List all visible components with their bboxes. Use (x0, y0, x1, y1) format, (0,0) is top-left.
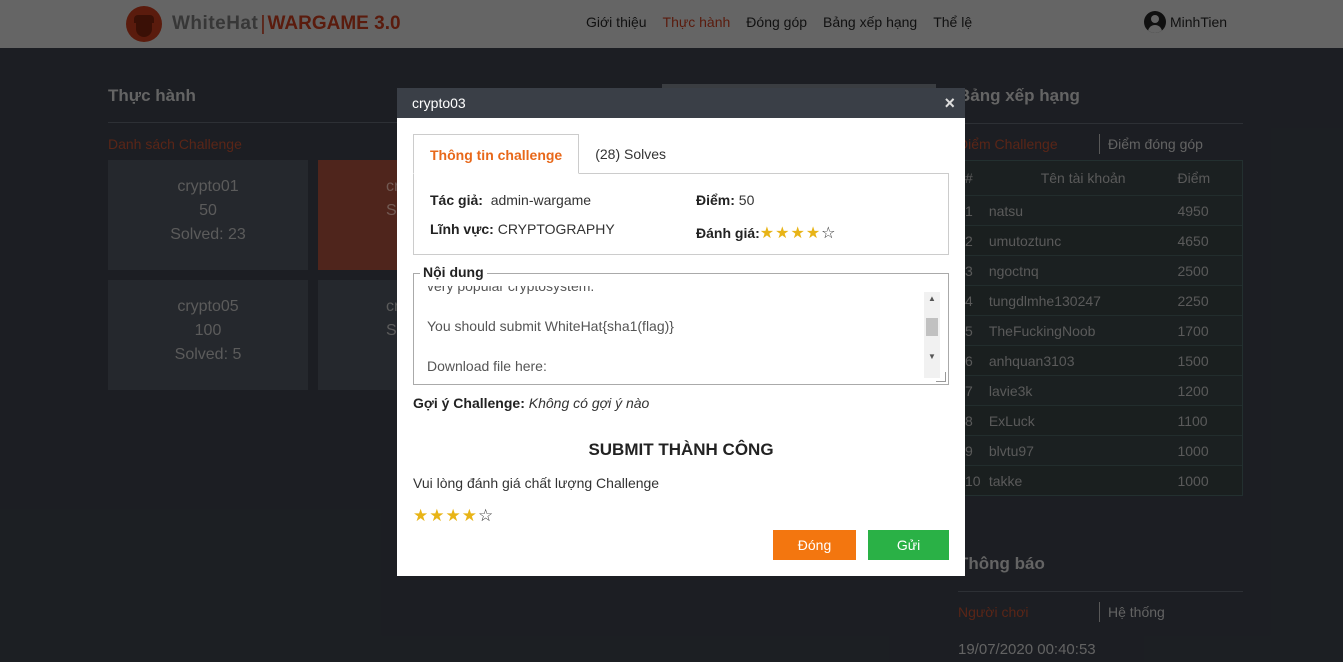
content-legend: Nội dung (420, 264, 487, 280)
rate-prompt: Vui lòng đánh giá chất lượng Challenge (413, 475, 660, 491)
send-button[interactable]: Gửi (868, 530, 949, 560)
close-icon[interactable]: × (944, 88, 955, 118)
content-line: You should submit WhiteHat{sha1(flag)} (427, 318, 674, 334)
empty-star[interactable]: ☆ (478, 506, 494, 525)
content-line (427, 296, 923, 316)
scroll-up-icon[interactable]: ▲ (924, 292, 940, 306)
author-label: Tác giả: (430, 192, 483, 208)
rating-row: Đánh giá:★★★★☆ (696, 223, 837, 243)
content-line: Download file here: (427, 358, 547, 374)
tab-challenge-info[interactable]: Thông tin challenge (413, 134, 580, 174)
hint-label: Gợi ý Challenge: (413, 395, 525, 411)
author-row: Tác giả: admin-wargame (430, 192, 591, 208)
scroll-down-icon[interactable]: ▼ (924, 350, 940, 364)
content-line (427, 336, 923, 356)
modal-header: crypto03 × (397, 88, 965, 118)
rating-label: Đánh giá: (696, 225, 760, 241)
submit-success-message: SUBMIT THÀNH CÔNG (588, 440, 774, 459)
tab-solves[interactable]: (28) Solves (579, 134, 682, 174)
challenge-modal: crypto03 × Thông tin challenge (28) Solv… (397, 88, 965, 576)
score-row: Điểm: 50 (696, 192, 754, 208)
modal-title: crypto03 (412, 95, 466, 111)
category-row: Lĩnh vực: CRYPTOGRAPHY (430, 221, 615, 237)
content-line: very popular cryptosystem. (427, 286, 595, 294)
category-label: Lĩnh vực: (430, 221, 494, 237)
content-fieldset: Nội dung very popular cryptosystem. You … (413, 264, 949, 385)
scroll-thumb[interactable] (926, 318, 938, 336)
rating-stars-icon: ★★★★☆ (760, 225, 837, 242)
author-value: admin-wargame (490, 192, 592, 208)
modal-tabs: Thông tin challenge (28) Solves (413, 134, 682, 174)
score-label: Điểm: (696, 192, 735, 208)
rate-stars-input[interactable]: ★★★★☆ (413, 506, 494, 526)
filled-stars[interactable]: ★★★★ (413, 506, 478, 525)
content-scrollbar[interactable]: ▲ ▼ (924, 292, 940, 378)
challenge-info-panel: Tác giả: admin-wargame Lĩnh vực: CRYPTOG… (413, 173, 949, 255)
filled-stars: ★★★★ (759, 225, 822, 242)
hint-value: Không có gợi ý nào (528, 395, 650, 411)
empty-star: ☆ (821, 225, 837, 242)
category-value: CRYPTOGRAPHY (497, 221, 615, 237)
content-textarea[interactable]: very popular cryptosystem. You should su… (415, 286, 923, 382)
resize-handle-icon[interactable] (936, 372, 946, 382)
close-button[interactable]: Đóng (773, 530, 856, 560)
hint-row: Gợi ý Challenge: Không có gợi ý nào (413, 395, 649, 411)
score-value: 50 (738, 192, 755, 208)
